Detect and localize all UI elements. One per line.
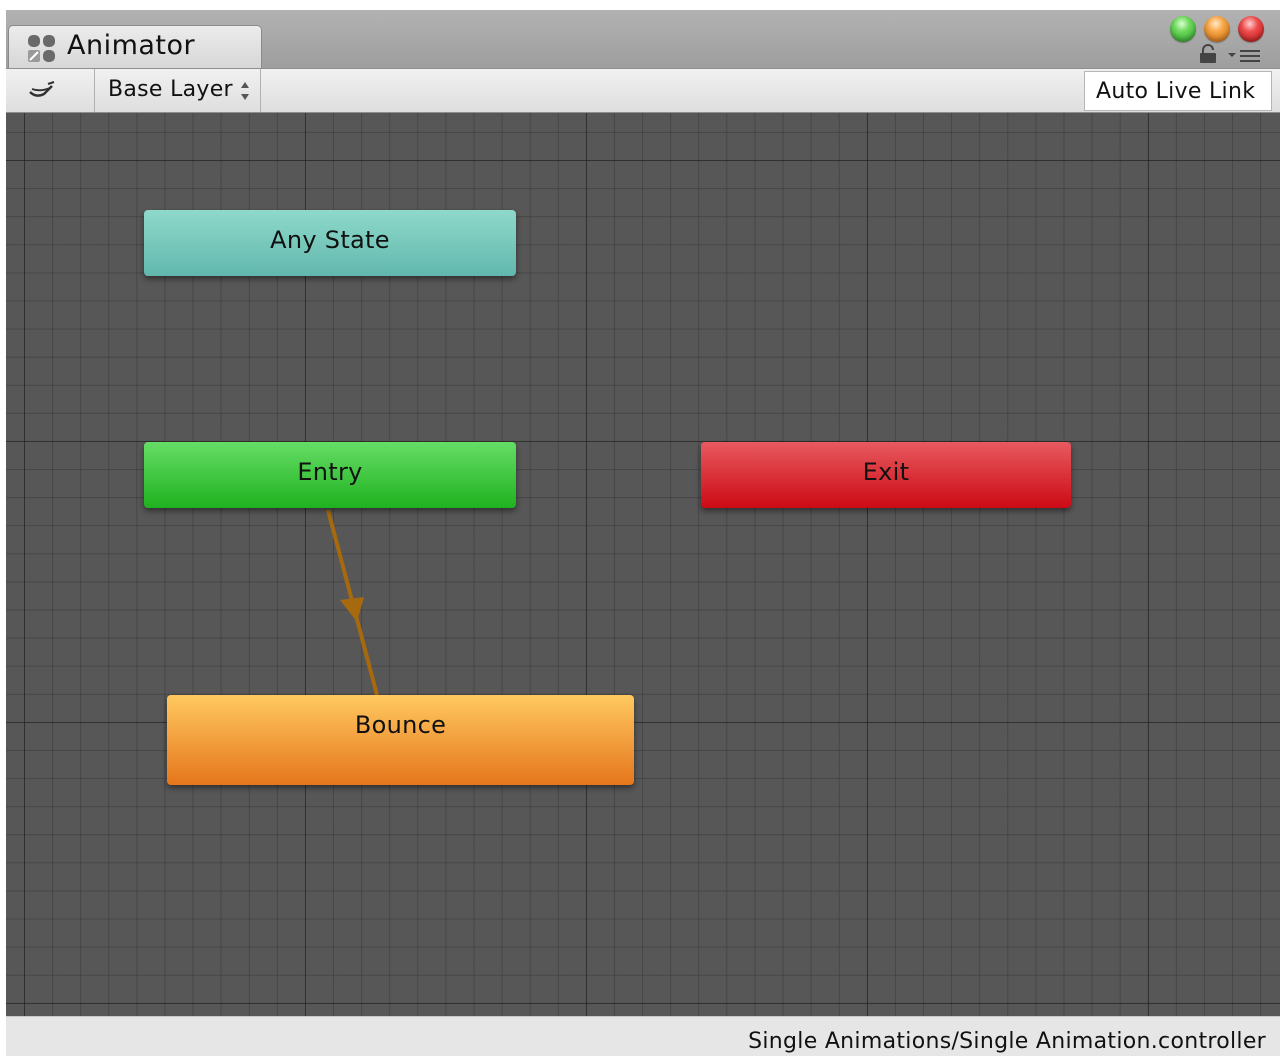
tab-title: Animator [67,30,196,61]
lock-icon[interactable] [1198,44,1218,64]
animator-tab[interactable]: Animator [8,25,262,69]
state-label: Exit [862,458,910,486]
state-bounce[interactable]: Bounce [167,695,634,785]
state-label: Bounce [354,711,447,739]
state-exit[interactable]: Exit [701,442,1071,508]
window-controls [1170,12,1280,68]
state-label: Any State [270,226,390,254]
transition-arrow-icon [340,597,364,622]
eye-icon [29,81,55,97]
up-down-arrows-icon [241,82,249,100]
maximize-button[interactable] [1170,16,1196,42]
sidebar-toggle-button[interactable] [6,69,95,112]
auto-live-link-label: Auto Live Link [1096,79,1256,104]
toolbar: Base Layer Auto Live Link [6,68,1280,113]
auto-live-link-button[interactable]: Auto Live Link [1084,71,1272,111]
animator-icon [28,35,55,62]
state-graph[interactable]: Any State Entry Exit Bounce [6,113,1280,1016]
transition-entry-to-bounce[interactable] [326,509,379,696]
close-button[interactable] [1238,16,1264,42]
layer-select[interactable]: Base Layer [95,69,261,112]
state-label: Entry [297,458,363,486]
title-bar: Animator [6,10,1280,69]
menu-icon[interactable] [1226,48,1262,64]
minimize-button[interactable] [1204,16,1230,42]
status-bar: Single Animations/Single Animation.contr… [6,1016,1280,1056]
animator-window: Animator Base Layer Auto Live Link Any S… [6,10,1280,1056]
controller-path: Single Animations/Single Animation.contr… [748,1029,1266,1054]
state-entry[interactable]: Entry [144,442,516,508]
state-any-state[interactable]: Any State [144,210,516,276]
layer-label: Base Layer [108,77,233,102]
